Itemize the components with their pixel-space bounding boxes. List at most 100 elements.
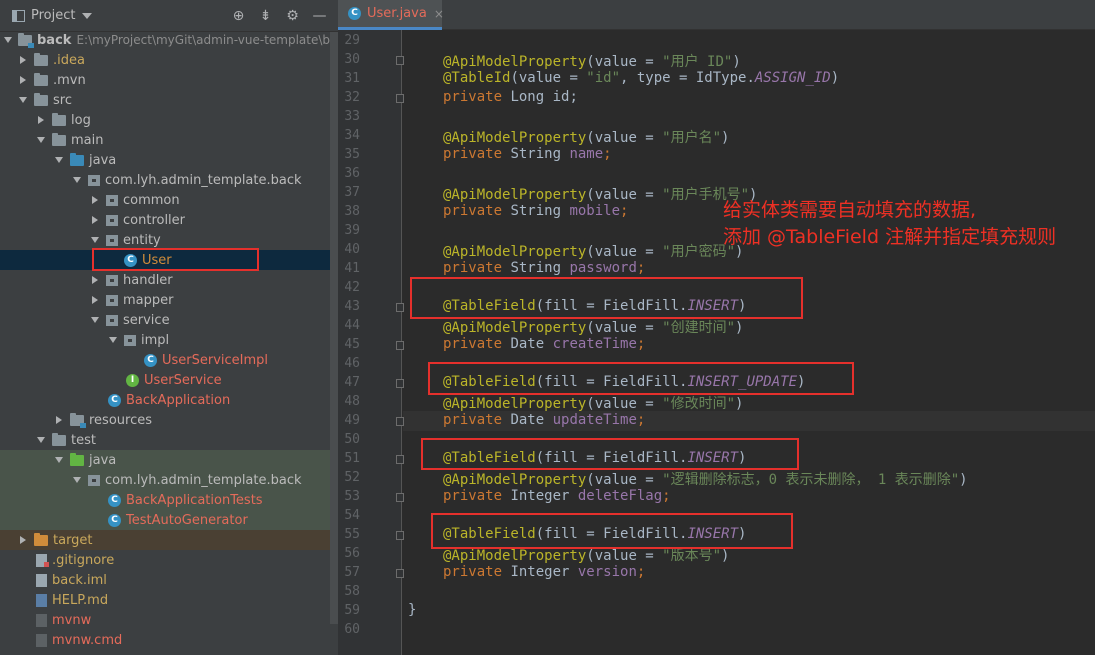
code-line-52[interactable]: @ApiModelProperty(value = "逻辑删除标志，0 表示未删…	[443, 469, 968, 489]
tree-item-testautogenerator[interactable]: C TestAutoGenerator	[0, 510, 334, 530]
tree-item-idea[interactable]: .idea	[0, 50, 334, 70]
fold-marker-icon[interactable]	[396, 493, 404, 502]
tree-item-entity[interactable]: entity	[0, 230, 334, 250]
tree-item-label: src	[53, 92, 72, 108]
tab-user-java[interactable]: C User.java ×	[338, 0, 444, 30]
tree-item-mvn[interactable]: .mvn	[0, 70, 334, 90]
code-line-32[interactable]: private Long id;	[443, 89, 578, 105]
expand-arrow-icon[interactable]	[19, 97, 27, 103]
tree-item-test-package[interactable]: com.lyh.admin_template.back	[0, 470, 334, 490]
expand-arrow-icon[interactable]	[37, 137, 45, 143]
fold-marker-icon[interactable]	[396, 455, 404, 464]
code-line-48[interactable]: @ApiModelProperty(value = "修改时间")	[443, 393, 743, 413]
tree-item-userserviceimpl[interactable]: C UserServiceImpl	[0, 350, 334, 370]
fold-marker-icon[interactable]	[396, 94, 404, 103]
hide-panel-icon[interactable]: —	[311, 7, 328, 24]
fold-marker-icon[interactable]	[396, 341, 404, 350]
tree-item-src[interactable]: src	[0, 90, 334, 110]
tree-item-backapplication[interactable]: C BackApplication	[0, 390, 334, 410]
tree-item-userservice[interactable]: I UserService	[0, 370, 334, 390]
tree-item-target[interactable]: target	[0, 530, 334, 550]
tree-item-main-java[interactable]: java	[0, 150, 334, 170]
code-line-49[interactable]: private Date updateTime;	[443, 412, 645, 428]
fold-marker-icon[interactable]	[396, 56, 404, 65]
tree-item-gitignore[interactable]: .gitignore	[0, 550, 334, 570]
collapse-all-icon[interactable]: ⇟	[257, 7, 274, 24]
tree-item-back[interactable]: back E:\myProject\myGit\admin-vue-templa…	[0, 30, 338, 50]
tree-item-test[interactable]: test	[0, 430, 334, 450]
code-line-44[interactable]: @ApiModelProperty(value = "创建时间")	[443, 317, 743, 337]
gear-icon[interactable]: ⚙	[284, 7, 301, 24]
tree-item-backiml[interactable]: back.iml	[0, 570, 334, 590]
tree-item-mvnw[interactable]: mvnw	[0, 610, 334, 630]
tree-item-mvnwcmd[interactable]: mvnw.cmd	[0, 630, 334, 650]
line-number: 60	[344, 622, 360, 637]
code-line-40[interactable]: @ApiModelProperty(value = "用户密码")	[443, 241, 743, 261]
fold-marker-icon[interactable]	[396, 303, 404, 312]
chevron-down-icon[interactable]	[82, 12, 93, 19]
line-number: 32	[344, 90, 360, 105]
tree-item-test-java[interactable]: java	[0, 450, 334, 470]
expand-arrow-icon[interactable]	[55, 457, 63, 463]
close-icon[interactable]: ×	[434, 7, 444, 21]
collapsed-arrow-icon[interactable]	[92, 196, 98, 204]
code-line-30[interactable]: @ApiModelProperty(value = "用户 ID")	[443, 51, 741, 71]
tree-item-package[interactable]: com.lyh.admin_template.back	[0, 170, 334, 190]
collapsed-arrow-icon[interactable]	[56, 416, 62, 424]
tree-item-label: target	[53, 532, 93, 548]
locate-file-icon[interactable]: ⊕	[230, 7, 247, 24]
code-line-34[interactable]: @ApiModelProperty(value = "用户名")	[443, 127, 729, 147]
code-line-41[interactable]: private String password;	[443, 260, 645, 276]
module-path: E:\myProject\myGit\admin-vue-template\ba…	[76, 33, 338, 47]
tree-item-resources[interactable]: resources	[0, 410, 334, 430]
fold-marker-icon[interactable]	[396, 379, 404, 388]
annotation: @ApiModelProperty	[443, 130, 587, 146]
keyword: private	[443, 260, 511, 276]
expand-arrow-icon[interactable]	[73, 477, 81, 483]
tree-item-main[interactable]: main	[0, 130, 334, 150]
tree-item-service[interactable]: service	[0, 310, 334, 330]
tree-item-controller[interactable]: controller	[0, 210, 334, 230]
code-line-57[interactable]: private Integer version;	[443, 564, 645, 580]
expand-arrow-icon[interactable]	[37, 437, 45, 443]
code-line-35[interactable]: private String name;	[443, 146, 612, 162]
expand-arrow-icon[interactable]	[91, 317, 99, 323]
code-text: String	[510, 203, 570, 219]
fold-marker-icon[interactable]	[396, 531, 404, 540]
fold-marker-icon[interactable]	[396, 569, 404, 578]
expand-arrow-icon[interactable]	[91, 237, 99, 243]
code-line-53[interactable]: private Integer deleteFlag;	[443, 488, 671, 504]
tree-item-log[interactable]: log	[0, 110, 334, 130]
folder-icon	[34, 52, 48, 66]
collapsed-arrow-icon[interactable]	[92, 296, 98, 304]
fold-marker-icon[interactable]	[396, 417, 404, 426]
line-number: 59	[344, 603, 360, 618]
code-line-45[interactable]: private Date createTime;	[443, 336, 645, 352]
expand-arrow-icon[interactable]	[109, 337, 117, 343]
line-number: 42	[344, 280, 360, 295]
collapsed-arrow-icon[interactable]	[92, 276, 98, 284]
code-line-31[interactable]: @TableId(value = "id", type = IdType.ASS…	[443, 70, 839, 86]
tree-item-backapplicationtests[interactable]: C BackApplicationTests	[0, 490, 334, 510]
expand-arrow-icon[interactable]	[55, 157, 63, 163]
string-literal: "版本号"	[662, 548, 722, 564]
collapsed-arrow-icon[interactable]	[20, 56, 26, 64]
tree-item-helpmd[interactable]: HELP.md	[0, 590, 334, 610]
collapsed-arrow-icon[interactable]	[20, 536, 26, 544]
tree-item-mapper[interactable]: mapper	[0, 290, 334, 310]
code-line-38[interactable]: private String mobile;	[443, 203, 628, 219]
expand-arrow-icon[interactable]	[73, 177, 81, 183]
folder-icon	[52, 132, 66, 146]
project-tree-scrollbar[interactable]	[330, 32, 338, 624]
expand-arrow-icon[interactable]	[4, 37, 12, 43]
tree-item-impl[interactable]: impl	[0, 330, 334, 350]
code-line-37[interactable]: @ApiModelProperty(value = "用户手机号")	[443, 184, 757, 204]
line-number: 45	[344, 337, 360, 352]
collapsed-arrow-icon[interactable]	[92, 216, 98, 224]
collapsed-arrow-icon[interactable]	[38, 116, 44, 124]
tree-item-handler[interactable]: handler	[0, 270, 334, 290]
tree-item-common[interactable]: common	[0, 190, 334, 210]
code-line-59[interactable]: }	[408, 602, 416, 618]
collapsed-arrow-icon[interactable]	[20, 76, 26, 84]
project-view-selector[interactable]: Project	[31, 8, 75, 23]
